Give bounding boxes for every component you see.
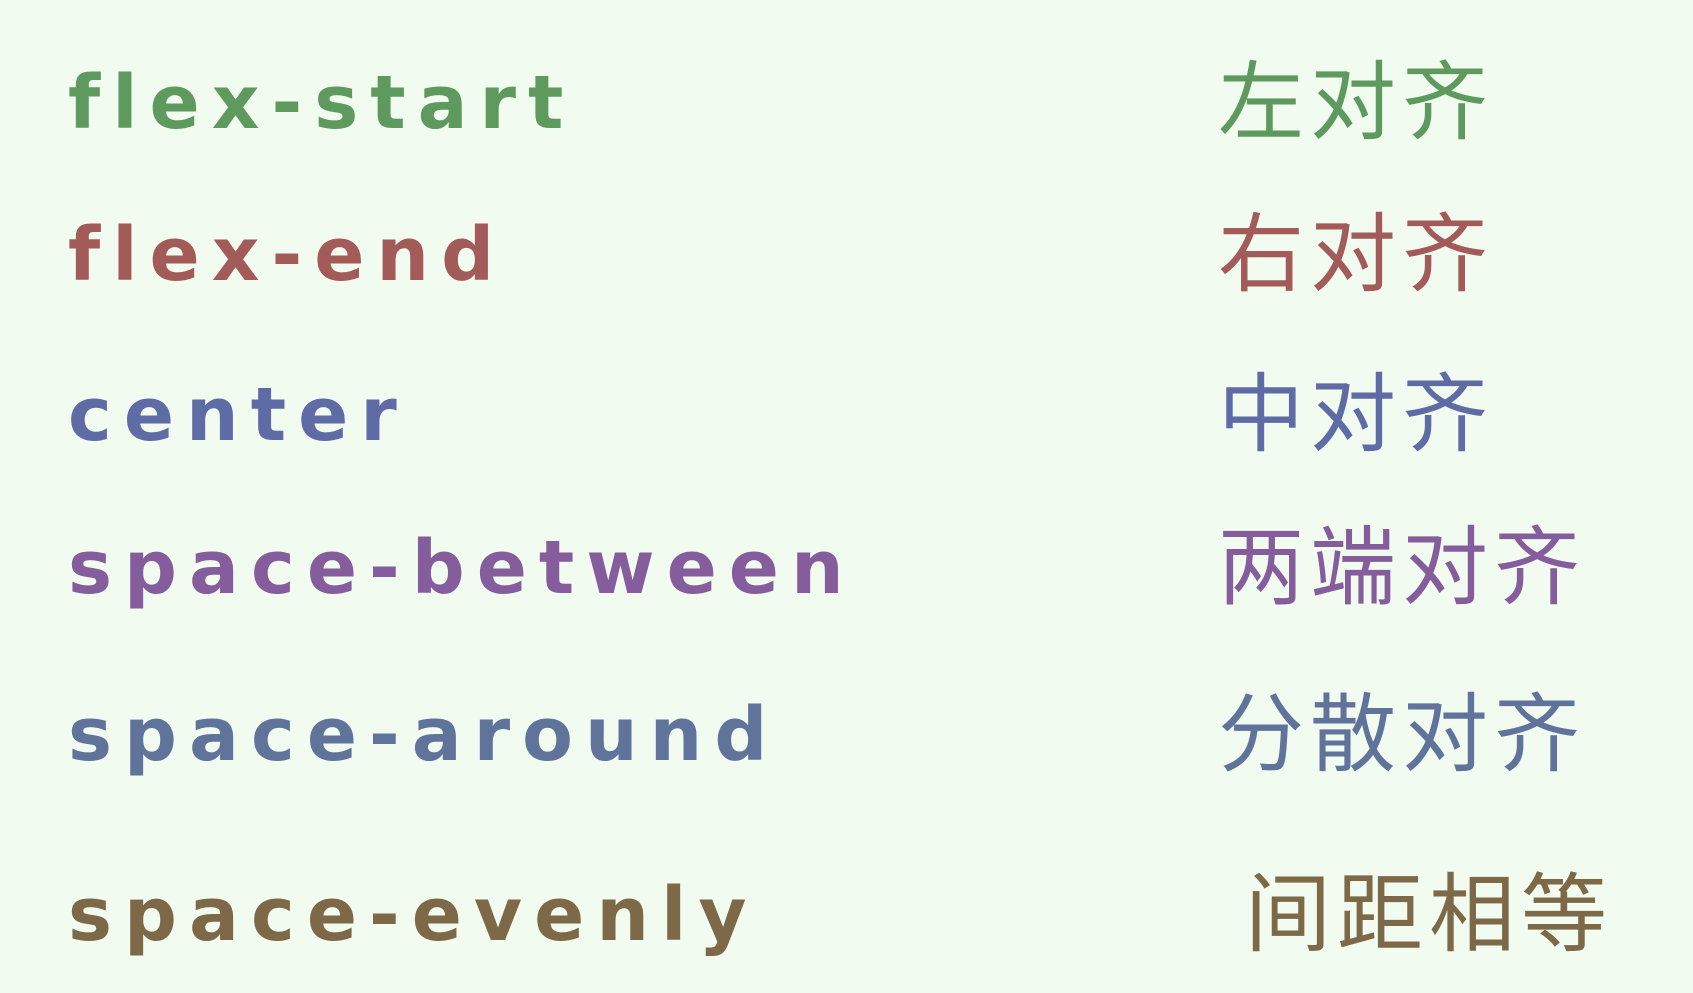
value-meaning: 右对齐 [1218, 205, 1494, 305]
value-row-space-around: space-around 分散对齐 [0, 680, 1693, 790]
value-row-flex-start: flex-start 左对齐 [0, 48, 1693, 158]
value-name: flex-start [68, 60, 576, 146]
value-row-space-between: space-between 两端对齐 [0, 513, 1693, 623]
value-name: flex-end [68, 212, 507, 298]
value-row-space-evenly: space-evenly 间距相等 [0, 860, 1693, 970]
value-meaning: 两端对齐 [1218, 518, 1586, 618]
value-row-center: center 中对齐 [0, 360, 1693, 470]
value-row-flex-end: flex-end 右对齐 [0, 200, 1693, 310]
value-name: space-between [68, 525, 856, 611]
value-meaning: 分散对齐 [1218, 685, 1586, 785]
value-name: center [68, 372, 409, 458]
value-name: space-around [68, 692, 780, 778]
value-meaning: 间距相等 [1245, 865, 1613, 965]
value-meaning: 左对齐 [1218, 53, 1494, 153]
value-meaning: 中对齐 [1218, 365, 1494, 465]
value-name: space-evenly [68, 872, 759, 958]
slide: { "items": [ {"term": "flex-start", "mea… [0, 0, 1693, 993]
